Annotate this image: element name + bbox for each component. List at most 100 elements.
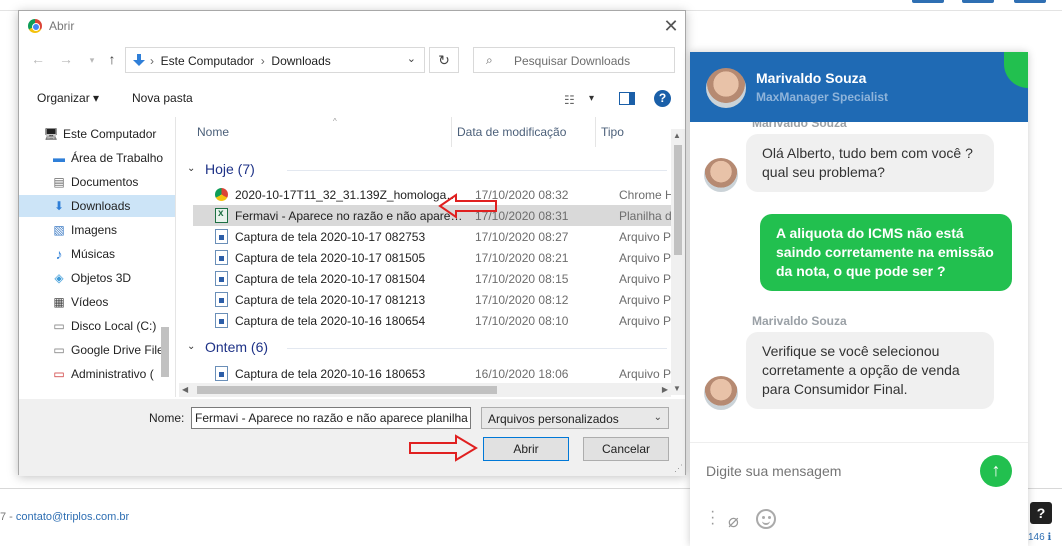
computer-icon: 🖥 (43, 127, 59, 141)
file-row[interactable]: Captura de tela 2020-10-17 081504 17/10/… (193, 268, 671, 289)
dialog-titlebar[interactable]: Abrir ✕ (19, 11, 685, 41)
sort-caret-icon: ^ (333, 117, 337, 126)
file-type: Arquivo PNG (619, 293, 671, 307)
png-file-icon (215, 366, 228, 381)
nav-item-desktop[interactable]: ▬ Área de Trabalho (19, 147, 175, 169)
top-nav-tab[interactable] (1014, 0, 1046, 3)
footer-email-link[interactable]: contato@triplos.com.br (16, 511, 129, 523)
emoji-icon[interactable] (756, 509, 776, 529)
breadcrumb-separator: › (260, 54, 265, 68)
file-name-input[interactable] (191, 407, 471, 429)
column-header-date[interactable]: Data de modificação (457, 125, 566, 139)
top-nav-tab[interactable] (962, 0, 994, 3)
organize-button[interactable]: Organizar ▾ (37, 91, 99, 105)
more-options-icon[interactable]: · · · (710, 504, 715, 532)
agent-avatar (706, 68, 746, 108)
nav-item-documents[interactable]: ▤ Documentos (19, 171, 175, 193)
column-header-type[interactable]: Tipo (601, 125, 624, 139)
group-divider (287, 348, 667, 349)
view-chevron-down-icon[interactable]: ▾ (589, 93, 594, 104)
breadcrumb-item-computer[interactable]: Este Computador (161, 54, 254, 68)
chat-header: Marivaldo Souza MaxManager Specialist (690, 52, 1028, 122)
footer-contact: 7 - contato@triplos.com.br (0, 511, 129, 523)
breadcrumb-item-downloads[interactable]: Downloads (271, 54, 330, 68)
nav-item-downloads[interactable]: ⬇ Downloads (19, 195, 175, 217)
column-separator[interactable] (595, 117, 596, 147)
nav-item-objects-3d[interactable]: ◈ Objetos 3D (19, 267, 175, 289)
file-row[interactable]: Captura de tela 2020-10-17 081213 17/10/… (193, 289, 671, 310)
message-sender: Marivaldo Souza (752, 314, 847, 328)
group-header-today[interactable]: ⌄ Hoje (7) (187, 159, 667, 181)
agent-avatar (704, 376, 738, 410)
file-name-label: Nome: (149, 411, 185, 425)
close-icon[interactable]: ✕ (659, 15, 683, 37)
search-input[interactable]: ⌕ Pesquisar Downloads (473, 47, 675, 73)
nav-item-administrativo[interactable]: ▭ Administrativo ( (19, 363, 175, 385)
scroll-up-icon[interactable]: ▲ (673, 131, 681, 140)
file-row[interactable]: 2020-10-17T11_32_31.139Z_homologacao... … (193, 184, 671, 205)
refresh-icon: ↻ (438, 52, 450, 68)
chevron-down-icon: ⌄ (187, 163, 196, 174)
file-name: Captura de tela 2020-10-16 180653 (235, 367, 426, 381)
nav-item-music[interactable]: ♪ Músicas (19, 243, 175, 265)
file-row[interactable]: Captura de tela 2020-10-16 180653 16/10/… (193, 363, 671, 384)
nav-item-label: Google Drive File (71, 343, 164, 357)
scroll-left-icon[interactable]: ◀ (182, 385, 188, 394)
open-file-dialog: Abrir ✕ ← → ▾ ↑ › Este Computador › Down… (18, 10, 686, 476)
network-drive-icon: ▭ (53, 367, 65, 381)
file-row[interactable]: Captura de tela 2020-10-17 082753 17/10/… (193, 226, 671, 247)
file-type-filter-select[interactable]: Arquivos personalizados ⌄ (481, 407, 669, 429)
open-button[interactable]: Abrir (483, 437, 569, 461)
preview-pane-icon[interactable] (619, 92, 635, 105)
chat-status-corner (1004, 52, 1028, 88)
nav-item-local-disk[interactable]: ▭ Disco Local (C:) (19, 315, 175, 337)
message-input[interactable] (706, 461, 966, 481)
file-type: Chrome HTM (619, 188, 671, 202)
file-row[interactable]: Captura de tela 2020-10-16 180654 17/10/… (193, 310, 671, 331)
file-list-scrollbar[interactable]: ▲ ▼ (671, 129, 685, 395)
address-dropdown-chevron-icon[interactable]: ⌄ (407, 52, 416, 65)
file-name: Captura de tela 2020-10-16 180654 (235, 314, 426, 328)
page-help-button[interactable]: ? (1030, 502, 1052, 524)
downloads-folder-icon (133, 54, 145, 66)
address-bar: ← → ▾ ↑ › Este Computador › Downloads ⌄ … (19, 43, 685, 77)
horizontal-scroll-thumb[interactable] (197, 386, 497, 394)
new-folder-button[interactable]: Nova pasta (132, 91, 193, 105)
nav-item-computer[interactable]: 🖥 Este Computador (19, 123, 175, 145)
horizontal-scrollbar[interactable]: ◀ ▶ (179, 383, 671, 397)
breadcrumb: › Este Computador › Downloads (150, 54, 331, 68)
recent-chevron-down-icon[interactable]: ▾ (83, 55, 101, 66)
resize-grip-icon[interactable]: ⋰ (674, 463, 683, 474)
forward-arrow-icon[interactable]: → (57, 51, 75, 67)
images-icon: ▧ (53, 223, 65, 237)
cancel-button[interactable]: Cancelar (583, 437, 669, 461)
help-icon[interactable]: ? (654, 90, 671, 107)
column-separator[interactable] (451, 117, 452, 147)
up-arrow-icon[interactable]: ↑ (103, 51, 121, 67)
address-path-box[interactable]: › Este Computador › Downloads ⌄ (125, 47, 425, 73)
file-type: Arquivo PNG (619, 230, 671, 244)
refresh-button[interactable]: ↻ (429, 47, 459, 73)
view-options-icon[interactable]: ☷ (564, 93, 575, 107)
breadcrumb-separator: › (150, 54, 154, 68)
file-row-selected[interactable]: Fermavi - Aparece no razão e não aparec.… (193, 205, 671, 226)
column-header-name[interactable]: Nome (197, 125, 229, 139)
scroll-thumb[interactable] (674, 145, 682, 255)
nav-item-google-drive[interactable]: ▭ Google Drive File (19, 339, 175, 361)
top-nav-tab[interactable] (912, 0, 944, 3)
send-button[interactable]: ↑ (980, 455, 1012, 487)
group-header-yesterday[interactable]: ⌄ Ontem (6) (187, 337, 667, 359)
file-row[interactable]: Captura de tela 2020-10-17 081505 17/10/… (193, 247, 671, 268)
nav-item-videos[interactable]: ▦ Vídeos (19, 291, 175, 313)
file-type: Arquivo PNG (619, 367, 671, 381)
scroll-right-icon[interactable]: ▶ (662, 385, 668, 394)
nav-scrollbar[interactable] (157, 327, 171, 397)
scroll-down-icon[interactable]: ▼ (673, 384, 681, 393)
chevron-down-icon: ⌄ (653, 412, 662, 423)
png-file-icon (215, 250, 228, 265)
attachment-clip-icon[interactable]: ⌀ (728, 511, 739, 532)
message-bubble-agent: Olá Alberto, tudo bem com você ? qual se… (746, 134, 994, 192)
nav-item-images[interactable]: ▧ Imagens (19, 219, 175, 241)
back-arrow-icon[interactable]: ← (29, 51, 47, 67)
nav-scroll-thumb[interactable] (161, 327, 169, 377)
